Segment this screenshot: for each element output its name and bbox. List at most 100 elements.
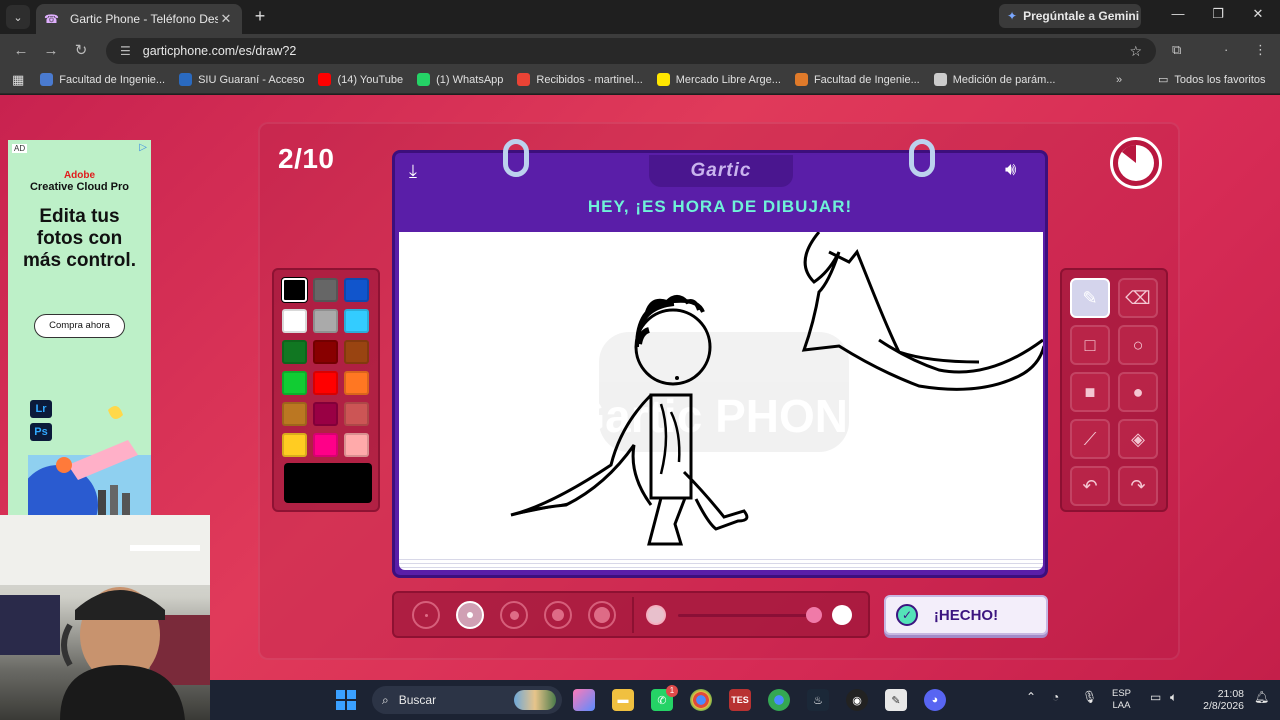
brush-size-2[interactable] bbox=[456, 601, 484, 629]
opacity-slider[interactable] bbox=[678, 614, 808, 617]
color-swatch[interactable] bbox=[313, 340, 338, 364]
color-swatch[interactable] bbox=[344, 278, 369, 302]
microphone-icon[interactable]: 🎙︎ bbox=[1082, 690, 1097, 704]
bookmark-label: Mercado Libre Arge... bbox=[675, 73, 781, 86]
discord-icon[interactable]: ◕ bbox=[924, 689, 946, 711]
bookmark-item[interactable]: Recibidos - martinel... bbox=[517, 73, 643, 86]
notifications-icon[interactable]: 🔔︎ bbox=[1254, 690, 1269, 704]
color-swatch[interactable] bbox=[313, 402, 338, 426]
bookmark-item[interactable]: Medición de parám... bbox=[933, 73, 1055, 86]
rectangle-outline-tool-icon[interactable]: □ bbox=[1070, 325, 1110, 365]
bookmark-item[interactable]: Facultad de Ingenie... bbox=[40, 73, 165, 86]
brush-size-1[interactable] bbox=[412, 601, 440, 629]
brush-size-3[interactable] bbox=[500, 601, 528, 629]
more-bookmarks-icon[interactable]: » bbox=[1116, 74, 1122, 86]
redo-icon[interactable]: ↷ bbox=[1118, 466, 1158, 506]
drawing-canvas[interactable]: Gartic PHONE bbox=[399, 232, 1043, 556]
brush-size-5[interactable] bbox=[588, 601, 616, 629]
download-icon[interactable]: ⤓ bbox=[409, 161, 417, 182]
fill-bucket-tool-icon[interactable]: ◈ bbox=[1118, 419, 1158, 459]
whatsapp-badge: 1 bbox=[666, 685, 678, 697]
lang-line2: LAA bbox=[1112, 700, 1131, 711]
color-swatch[interactable] bbox=[313, 278, 338, 302]
bookmark-item[interactable]: (1) WhatsApp bbox=[417, 73, 503, 86]
close-window-icon[interactable]: ✕ bbox=[1238, 6, 1278, 22]
bookmark-item[interactable]: Mercado Libre Arge... bbox=[656, 73, 781, 86]
bookmark-item[interactable]: (14) YouTube bbox=[318, 73, 403, 86]
bookmark-favicon-icon bbox=[40, 73, 54, 86]
color-swatch[interactable] bbox=[282, 340, 307, 364]
adchoices-icon[interactable]: ▷ bbox=[139, 142, 147, 153]
ad-cta-button[interactable]: Compra ahora bbox=[34, 314, 125, 338]
chrome-profile-icon[interactable] bbox=[768, 689, 790, 711]
language-indicator[interactable]: ESP LAA bbox=[1112, 688, 1131, 712]
bookmark-star-icon[interactable]: ☆ bbox=[1129, 43, 1142, 60]
circle-fill-tool-icon[interactable]: ● bbox=[1118, 372, 1158, 412]
color-swatch[interactable] bbox=[282, 433, 307, 457]
pen-app-icon[interactable]: ✎ bbox=[885, 689, 907, 711]
color-swatch[interactable] bbox=[313, 371, 338, 395]
circle-outline-tool-icon[interactable]: ○ bbox=[1118, 325, 1158, 365]
all-bookmarks-folder[interactable]: ▭ Todos los favoritos bbox=[1158, 73, 1266, 87]
done-label: ¡HECHO! bbox=[933, 606, 999, 624]
color-swatch[interactable] bbox=[344, 433, 369, 457]
color-palette bbox=[272, 268, 380, 512]
menu-icon[interactable]: ⋮ bbox=[1254, 42, 1267, 58]
address-bar[interactable]: ☰ garticphone.com/es/draw?2 ☆ bbox=[106, 38, 1156, 64]
color-swatch[interactable] bbox=[344, 371, 369, 395]
file-explorer-icon[interactable]: ▬ bbox=[612, 689, 634, 711]
gemini-label: Pregúntale a Gemini bbox=[1023, 9, 1140, 23]
color-swatch[interactable] bbox=[313, 433, 338, 457]
chrome-icon[interactable] bbox=[690, 689, 712, 711]
obs-icon[interactable]: ◉ bbox=[846, 689, 868, 711]
adobe-ad[interactable]: AD ▷ Adobe Creative Cloud Pro Edita tus … bbox=[8, 140, 151, 520]
bookmark-item[interactable]: SIU Guaraní - Acceso bbox=[179, 73, 304, 86]
clock[interactable]: 21:08 2/8/2026 bbox=[1196, 688, 1244, 712]
color-swatch[interactable] bbox=[344, 402, 369, 426]
copilot-icon[interactable] bbox=[573, 689, 595, 711]
speaker-icon[interactable]: 🔈︎ bbox=[1170, 690, 1177, 705]
close-tab-icon[interactable]: ✕ bbox=[218, 11, 234, 27]
round-counter: 2/10 bbox=[278, 143, 335, 174]
windows-start-icon[interactable] bbox=[336, 690, 356, 710]
color-swatch[interactable] bbox=[282, 278, 307, 302]
tray-expand-icon[interactable]: ⌃ bbox=[1026, 690, 1036, 704]
minimize-icon[interactable]: — bbox=[1158, 6, 1198, 21]
extensions-icon[interactable]: ⧉ bbox=[1172, 42, 1181, 58]
color-swatch[interactable] bbox=[282, 371, 307, 395]
pencil-tool-icon[interactable]: ✎ bbox=[1070, 278, 1110, 318]
reload-icon[interactable]: ↻ bbox=[66, 41, 96, 59]
bookmark-label: (14) YouTube bbox=[337, 73, 404, 86]
color-swatch[interactable] bbox=[344, 309, 369, 333]
line-tool-icon[interactable]: ⟋ bbox=[1070, 419, 1110, 459]
tab-list-button[interactable]: ⌄ bbox=[6, 5, 30, 29]
eraser-tool-icon[interactable]: ⌫ bbox=[1118, 278, 1158, 318]
color-swatch[interactable] bbox=[282, 309, 307, 333]
new-tab-button[interactable]: + bbox=[250, 6, 270, 27]
draw-prompt-headline: HEY, ¡ES HORA DE DIBUJAR! bbox=[587, 197, 853, 216]
apps-icon[interactable]: ▦ bbox=[12, 72, 24, 88]
bookmark-item[interactable]: Facultad de Ingenie... bbox=[794, 73, 920, 86]
discord-tray-icon[interactable]: ◔ bbox=[1052, 690, 1059, 704]
site-info-icon[interactable]: ☰ bbox=[120, 44, 131, 58]
gemini-button[interactable]: ✦ Pregúntale a Gemini bbox=[999, 4, 1141, 28]
volume-icon[interactable]: 🔊︎ bbox=[1005, 159, 1016, 180]
taskbar-search[interactable]: ⌕ Buscar bbox=[372, 686, 562, 714]
color-swatch[interactable] bbox=[344, 340, 369, 364]
color-swatch[interactable] bbox=[313, 309, 338, 333]
forward-icon[interactable]: → bbox=[36, 42, 66, 59]
done-button[interactable]: ✓ ¡HECHO! bbox=[884, 595, 1048, 635]
canvas-drawing: Gartic PHONE bbox=[510, 232, 1043, 546]
browser-tab[interactable]: ☎ Gartic Phone - Teléfono Descon ✕ bbox=[36, 4, 242, 34]
back-icon[interactable]: ← bbox=[6, 42, 36, 59]
profile-icon[interactable]: · bbox=[1224, 42, 1228, 57]
app-tes-icon[interactable]: TES bbox=[729, 689, 751, 711]
color-swatch[interactable] bbox=[282, 402, 307, 426]
brush-size-4[interactable] bbox=[544, 601, 572, 629]
rectangle-fill-tool-icon[interactable]: ■ bbox=[1070, 372, 1110, 412]
undo-icon[interactable]: ↶ bbox=[1070, 466, 1110, 506]
network-icon[interactable]: ▭ bbox=[1150, 690, 1161, 704]
opacity-slider-handle[interactable] bbox=[806, 607, 822, 623]
steam-icon[interactable]: ♨ bbox=[807, 689, 829, 711]
restore-icon[interactable]: ❐ bbox=[1198, 6, 1238, 22]
